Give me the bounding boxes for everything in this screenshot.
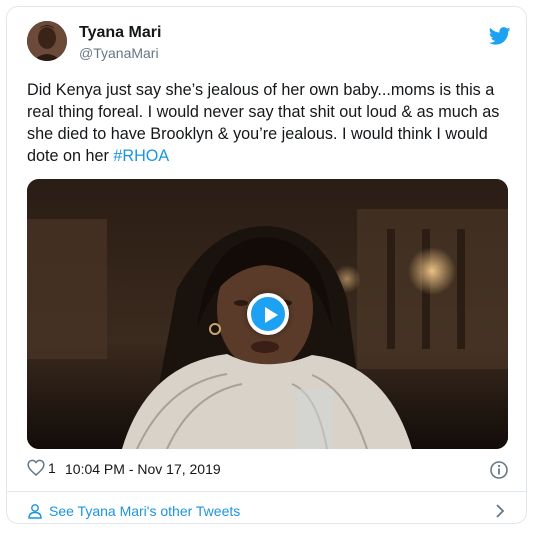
chevron-right-icon [496, 504, 505, 518]
video-thumbnail[interactable] [27, 179, 508, 449]
play-icon [265, 307, 278, 323]
see-other-tweets-label: See Tyana Mari's other Tweets [49, 503, 241, 519]
play-button[interactable] [247, 293, 289, 335]
divider [7, 491, 526, 492]
heart-icon [27, 459, 45, 476]
tweet-header: Tyana Mari @TyanaMari [27, 21, 511, 71]
avatar[interactable] [27, 21, 67, 61]
embedded-tweet-card: Tyana Mari @TyanaMari Did Kenya just say… [6, 6, 527, 524]
twitter-bird-icon[interactable] [488, 27, 511, 45]
tweet-body: Did Kenya just say she’s jealous of her … [27, 81, 500, 165]
person-icon [28, 504, 42, 519]
tweet-timestamp[interactable]: 10:04 PM - Nov 17, 2019 [65, 461, 221, 477]
author-names: Tyana Mari @TyanaMari [79, 23, 161, 63]
hashtag-link[interactable]: #RHOA [113, 147, 169, 165]
info-icon[interactable] [489, 460, 509, 480]
user-handle[interactable]: @TyanaMari [79, 43, 161, 63]
like-button[interactable]: 1 [27, 459, 56, 476]
like-count: 1 [48, 459, 56, 476]
tweet-text: Did Kenya just say she’s jealous of her … [27, 79, 509, 167]
display-name[interactable]: Tyana Mari [79, 23, 161, 43]
see-other-tweets-link[interactable]: See Tyana Mari's other Tweets [27, 497, 509, 523]
tweet-meta: 1 10:04 PM - Nov 17, 2019 [27, 459, 509, 481]
